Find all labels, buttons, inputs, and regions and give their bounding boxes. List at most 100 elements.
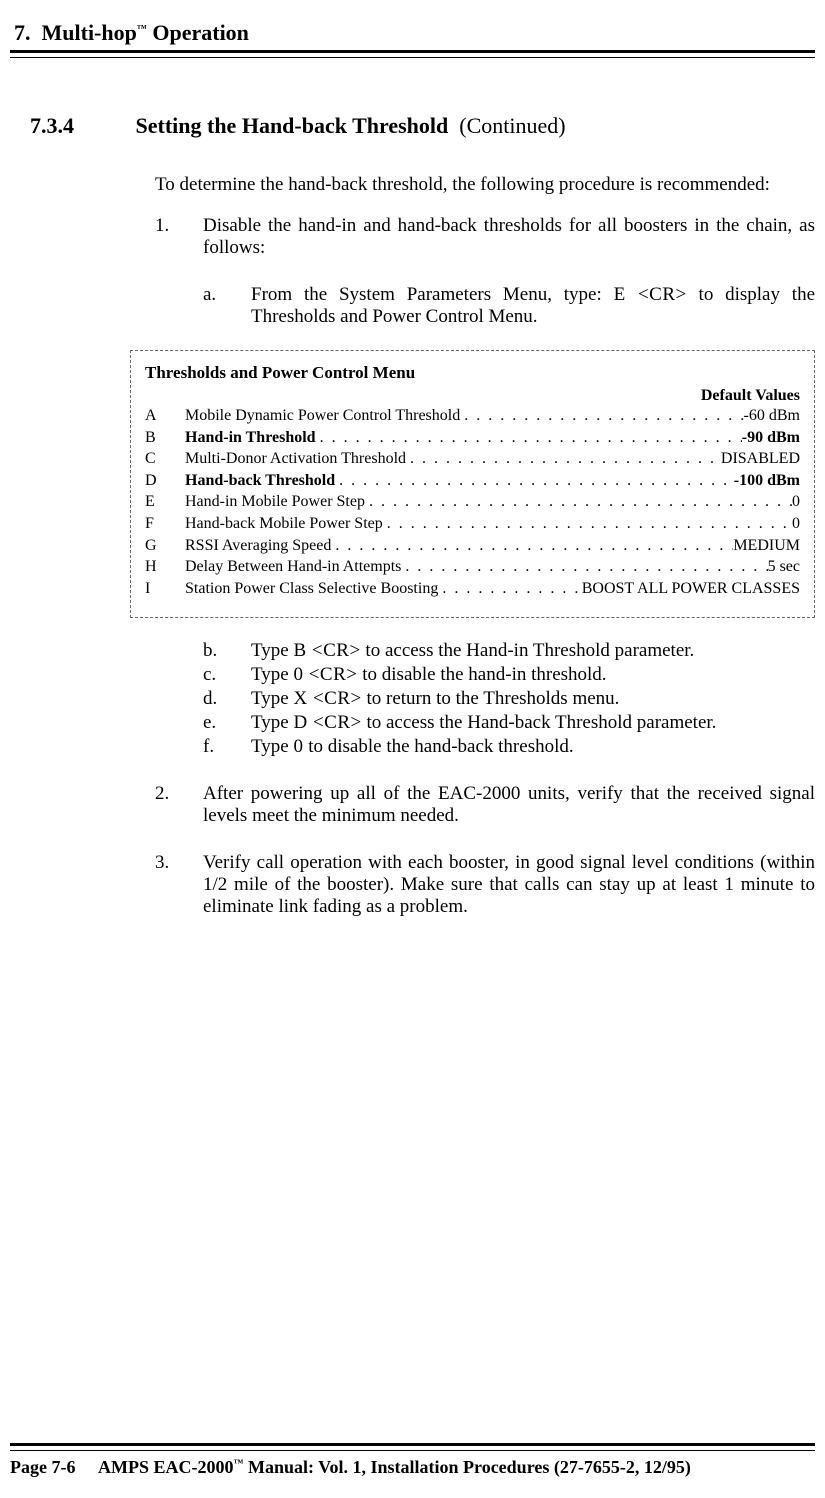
menu-label: Multi-Donor Activation Threshold bbox=[185, 448, 406, 470]
menu-label: Hand-back Threshold bbox=[185, 470, 335, 492]
step-1: 1. Disable the hand-in and hand-back thr… bbox=[155, 215, 815, 328]
step-2-text: After powering up all of the EAC-2000 un… bbox=[203, 783, 815, 827]
menu-label: Delay Between Hand-in Attempts bbox=[185, 556, 401, 578]
menu-label: Station Power Class Selective Boosting bbox=[185, 578, 438, 600]
menu-letter: G bbox=[145, 535, 185, 557]
section-number: 7.3.4 bbox=[30, 113, 130, 139]
substep-a-pre: From the System Parameters Menu, type: bbox=[251, 284, 614, 305]
substep-letter: c. bbox=[203, 664, 251, 686]
menu-label: Hand-in Mobile Power Step bbox=[185, 491, 365, 513]
menu-letter: H bbox=[145, 556, 185, 578]
chapter-text-pre: Multi-hop bbox=[42, 20, 137, 45]
section-title: Setting the Hand-back Threshold bbox=[136, 113, 449, 138]
substep-e-pre: Type bbox=[251, 712, 293, 733]
substep-c-post: to disable the hand-in threshold. bbox=[358, 664, 607, 685]
menu-row-d: D Hand-back Threshold -100 dBm bbox=[145, 470, 800, 492]
leader-dots bbox=[335, 470, 734, 492]
menu-letter: A bbox=[145, 405, 185, 427]
menu-value: BOOST ALL POWER CLASSES bbox=[582, 578, 800, 600]
substep-c: c. Type 0 <CR> to disable the hand-in th… bbox=[203, 664, 815, 686]
header-rule bbox=[10, 50, 815, 58]
menu-row-b: B Hand-in Threshold -90 dBm bbox=[145, 427, 800, 449]
chapter-text-post: Operation bbox=[147, 20, 249, 45]
menu-row-i: I Station Power Class Selective Boosting… bbox=[145, 578, 800, 600]
chapter-number: 7. bbox=[14, 20, 31, 45]
command-d-cr: D <CR> bbox=[293, 712, 361, 733]
leader-dots bbox=[438, 578, 581, 600]
leader-dots bbox=[460, 405, 743, 427]
menu-value: 5 sec bbox=[768, 556, 800, 578]
menu-row-c: C Multi-Donor Activation Threshold DISAB… bbox=[145, 448, 800, 470]
step-number: 3. bbox=[155, 852, 203, 918]
command-0: 0 bbox=[293, 736, 303, 757]
menu-letter: B bbox=[145, 427, 185, 449]
menu-letter: C bbox=[145, 448, 185, 470]
leader-dots bbox=[406, 448, 721, 470]
procedure-list-cont: b. Type B <CR> to access the Hand-in Thr… bbox=[155, 638, 815, 918]
spacer bbox=[155, 638, 203, 758]
leader-dots bbox=[365, 491, 792, 513]
manual-name-post: Manual: Vol. 1, Installation Procedures … bbox=[243, 1457, 690, 1477]
manual-name-pre: AMPS EAC-2000 bbox=[98, 1457, 234, 1477]
menu-letter: I bbox=[145, 578, 185, 600]
step-1-cont: b. Type B <CR> to access the Hand-in Thr… bbox=[155, 638, 815, 758]
step-1-text: Disable the hand-in and hand-back thresh… bbox=[203, 215, 815, 258]
menu-value: MEDIUM bbox=[733, 535, 800, 557]
substep-b-pre: Type bbox=[251, 640, 293, 661]
trademark-symbol: ™ bbox=[233, 1458, 243, 1469]
substep-list-1a: a. From the System Parameters Menu, type… bbox=[203, 284, 815, 328]
default-values-label: Default Values bbox=[145, 387, 800, 405]
step-number: 1. bbox=[155, 215, 203, 328]
leader-dots bbox=[331, 535, 733, 557]
command-e-cr: E <CR> bbox=[614, 284, 687, 305]
substep-c-pre: Type bbox=[251, 664, 293, 685]
menu-value: 0 bbox=[792, 513, 800, 535]
substep-e: e. Type D <CR> to access the Hand-back T… bbox=[203, 712, 815, 734]
substep-d-pre: Type bbox=[251, 688, 293, 709]
leader-dots bbox=[316, 427, 742, 449]
procedure-list: 1. Disable the hand-in and hand-back thr… bbox=[155, 215, 815, 328]
command-x-cr: X <CR> bbox=[293, 688, 361, 709]
page-footer: Page 7-6 AMPS EAC-2000™ Manual: Vol. 1, … bbox=[0, 1443, 825, 1478]
substep-d: d. Type X <CR> to return to the Threshol… bbox=[203, 688, 815, 710]
menu-row-a: A Mobile Dynamic Power Control Threshold… bbox=[145, 405, 800, 427]
substep-letter: a. bbox=[203, 284, 251, 328]
menu-label: RSSI Averaging Speed bbox=[185, 535, 331, 557]
menu-row-g: G RSSI Averaging Speed MEDIUM bbox=[145, 535, 800, 557]
menu-value: -100 dBm bbox=[734, 470, 800, 492]
substep-letter: d. bbox=[203, 688, 251, 710]
menu-value: DISABLED bbox=[721, 448, 800, 470]
menu-letter: E bbox=[145, 491, 185, 513]
continued-label: (Continued) bbox=[454, 113, 566, 138]
menu-row-f: F Hand-back Mobile Power Step 0 bbox=[145, 513, 800, 535]
command-b-cr: B <CR> bbox=[293, 640, 360, 661]
footer-rule bbox=[10, 1443, 815, 1451]
substep-f: f. Type 0 to disable the hand-back thres… bbox=[203, 736, 815, 758]
step-number: 2. bbox=[155, 783, 203, 827]
menu-row-e: E Hand-in Mobile Power Step 0 bbox=[145, 491, 800, 513]
menu-letter: F bbox=[145, 513, 185, 535]
substep-list-bf: b. Type B <CR> to access the Hand-in Thr… bbox=[203, 640, 815, 758]
menu-letter: D bbox=[145, 470, 185, 492]
page-number: Page 7-6 bbox=[10, 1457, 75, 1477]
step-2: 2. After powering up all of the EAC-2000… bbox=[155, 783, 815, 827]
trademark-symbol: ™ bbox=[137, 24, 147, 35]
substep-letter: f. bbox=[203, 736, 251, 758]
menu-label: Hand-in Threshold bbox=[185, 427, 316, 449]
substep-e-post: to access the Hand-back Threshold parame… bbox=[362, 712, 717, 733]
menu-title: Thresholds and Power Control Menu bbox=[145, 363, 800, 383]
chapter-title: 7. Multi-hop™ Operation bbox=[10, 20, 815, 46]
step-3-text: Verify call operation with each booster,… bbox=[203, 852, 815, 918]
thresholds-menu-box: Thresholds and Power Control Menu Defaul… bbox=[130, 350, 815, 618]
menu-value: -60 dBm bbox=[744, 405, 800, 427]
substep-a: a. From the System Parameters Menu, type… bbox=[203, 284, 815, 328]
substep-f-post: to disable the hand-back threshold. bbox=[303, 736, 573, 757]
intro-paragraph: To determine the hand-back threshold, th… bbox=[155, 174, 815, 196]
menu-value: -90 dBm bbox=[742, 427, 800, 449]
substep-f-pre: Type bbox=[251, 736, 293, 757]
menu-label: Mobile Dynamic Power Control Threshold bbox=[185, 405, 460, 427]
menu-value: 0 bbox=[792, 491, 800, 513]
step-3: 3. Verify call operation with each boost… bbox=[155, 852, 815, 918]
substep-d-post: to return to the Thresholds menu. bbox=[362, 688, 620, 709]
menu-label: Hand-back Mobile Power Step bbox=[185, 513, 383, 535]
